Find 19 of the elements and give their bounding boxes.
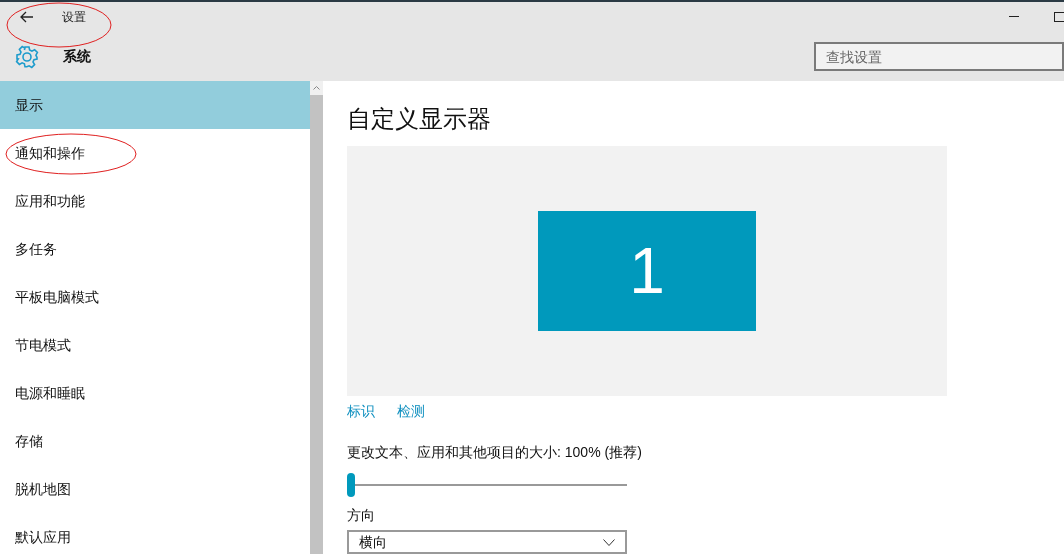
- search-field[interactable]: 查找设置: [814, 42, 1064, 71]
- gear-icon: [15, 44, 39, 69]
- window-title: 设置: [62, 9, 86, 26]
- chevron-down-icon: [603, 538, 615, 546]
- link[interactable]: 标识: [347, 401, 375, 422]
- scrollbar[interactable]: [310, 81, 323, 554]
- slider-track[interactable]: [347, 473, 627, 497]
- scale-label: 更改文本、应用和其他项目的大小: 100% (推荐): [347, 443, 643, 462]
- page-heading: 自定义显示器: [347, 104, 492, 134]
- orientation-dropdown[interactable]: 横向: [347, 530, 627, 554]
- maximize-icon[interactable]: [1054, 12, 1064, 22]
- orientation-label: 方向: [347, 506, 376, 525]
- slider-thumb[interactable]: [347, 473, 355, 497]
- section-title: 系统: [63, 47, 91, 66]
- scroll-up-icon[interactable]: [313, 86, 320, 90]
- sidebar-item[interactable]: 显示: [0, 81, 310, 129]
- link[interactable]: 检测: [397, 401, 425, 422]
- minimize-icon[interactable]: [1009, 16, 1019, 18]
- back-arrow-icon[interactable]: [20, 11, 34, 23]
